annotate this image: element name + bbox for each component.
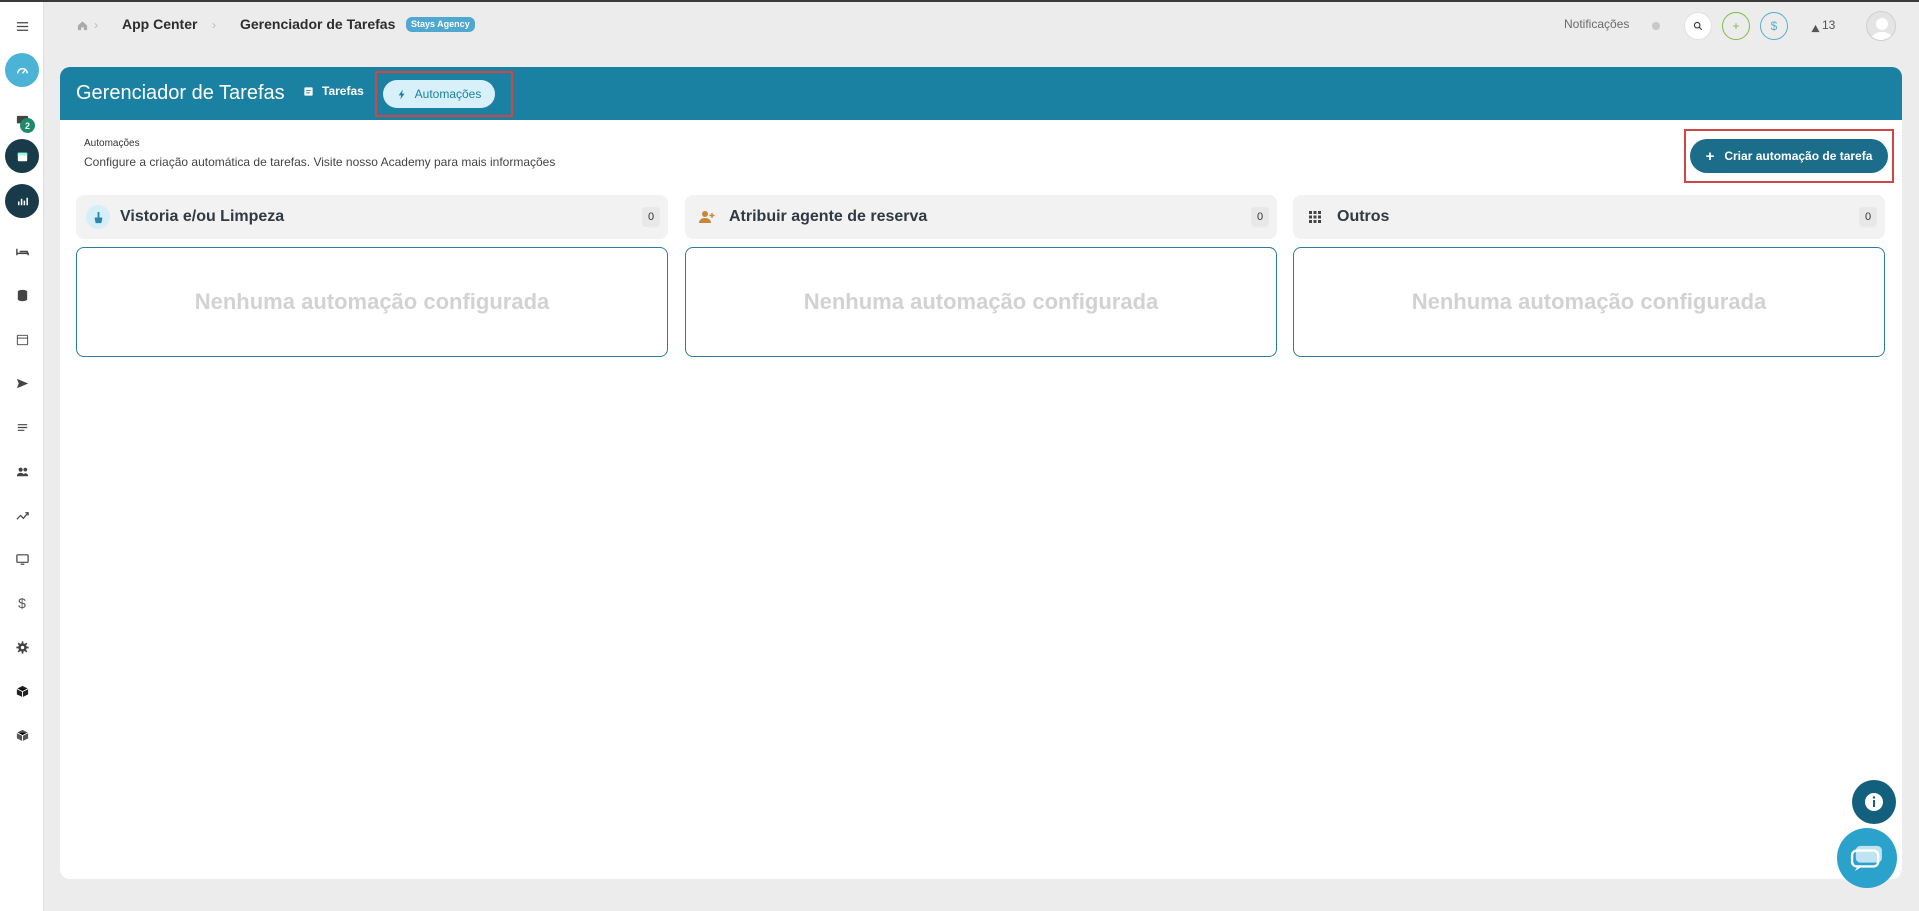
- notifications-label[interactable]: Notificações: [1564, 17, 1629, 31]
- info-icon: [1865, 793, 1883, 811]
- create-automation-label: Criar automação de tarefa: [1724, 149, 1873, 163]
- people-icon[interactable]: [4, 453, 40, 489]
- grid-icon: [1303, 205, 1327, 229]
- list-icon[interactable]: [4, 409, 40, 445]
- database-icon[interactable]: [4, 277, 40, 313]
- menu-icon[interactable]: [4, 8, 40, 44]
- column-header-outros: Outros 0: [1293, 195, 1885, 239]
- footer-strip: [60, 888, 1919, 911]
- page-title: Gerenciador de Tarefas: [76, 82, 285, 104]
- section-label: Automações: [84, 138, 140, 149]
- main-panel: Gerenciador de Tarefas Tarefas Automaçõe…: [60, 67, 1902, 879]
- empty-state-text: Nenhuma automação configurada: [803, 289, 1159, 314]
- trending-icon[interactable]: [4, 497, 40, 533]
- column-count: 0: [642, 207, 660, 227]
- chat-button[interactable]: [1837, 828, 1897, 888]
- topbar: › App Center › Gerenciador de Tarefas St…: [44, 2, 1919, 48]
- person-add-icon: [695, 205, 719, 229]
- empty-state-text: Nenhuma automação configurada: [194, 289, 550, 314]
- notifications-toggle[interactable]: [1652, 22, 1660, 30]
- chevron-right-icon: ›: [94, 18, 98, 32]
- tab-tarefas-label: Tarefas: [322, 84, 364, 98]
- info-button[interactable]: [1852, 780, 1896, 824]
- column-header-atribuir: Atribuir agente de reserva 0: [685, 195, 1277, 239]
- sidebar: 2 $: [0, 2, 44, 911]
- reports-icon[interactable]: [4, 183, 40, 219]
- empty-state-text: Nenhuma automação configurada: [1411, 289, 1767, 314]
- calendar-icon[interactable]: [4, 138, 40, 174]
- alert-count[interactable]: 13: [1822, 18, 1835, 32]
- home-icon[interactable]: [77, 20, 88, 34]
- messages-badge: 2: [20, 118, 35, 133]
- breadcrumb-app-center[interactable]: App Center: [122, 16, 197, 32]
- agency-badge: Stays Agency: [406, 17, 475, 32]
- column-title: Vistoria e/ou Limpeza: [120, 208, 285, 225]
- empty-state-card: Nenhuma automação configurada: [1293, 247, 1885, 357]
- messages-icon[interactable]: 2: [4, 102, 40, 138]
- monitor-icon[interactable]: [4, 541, 40, 577]
- chat-icon: [1850, 845, 1882, 872]
- billing-icon[interactable]: $: [1760, 12, 1788, 40]
- empty-state-card: Nenhuma automação configurada: [685, 247, 1277, 357]
- clipboard-icon: [304, 86, 313, 96]
- column-title: Outros: [1337, 208, 1390, 225]
- search-icon[interactable]: [1684, 12, 1712, 40]
- box-icon[interactable]: [4, 673, 40, 709]
- column-count: 0: [1859, 207, 1877, 227]
- dollar-icon[interactable]: $: [4, 585, 40, 621]
- send-icon[interactable]: [4, 365, 40, 401]
- gear-icon[interactable]: [4, 629, 40, 665]
- panel-header: Gerenciador de Tarefas Tarefas Automaçõe…: [60, 67, 1902, 120]
- plus-icon: +: [1705, 147, 1715, 165]
- breadcrumb-task-manager[interactable]: Gerenciador de Tarefas: [240, 16, 395, 32]
- bed-icon[interactable]: [4, 233, 40, 269]
- cleaning-icon: [86, 205, 110, 229]
- column-header-vistoria: Vistoria e/ou Limpeza 0: [76, 195, 668, 239]
- dashboard-icon[interactable]: [4, 52, 40, 88]
- cube-icon[interactable]: [4, 717, 40, 753]
- create-automation-button[interactable]: + Criar automação de tarefa: [1690, 139, 1888, 173]
- alert-icon[interactable]: [1811, 20, 1820, 38]
- column-title: Atribuir agente de reserva: [729, 208, 928, 225]
- avatar[interactable]: [1866, 11, 1896, 41]
- highlight-box: [375, 71, 513, 117]
- calendar-outline-icon[interactable]: [4, 321, 40, 357]
- chevron-right-icon: ›: [212, 18, 216, 32]
- tab-tarefas[interactable]: Tarefas: [303, 84, 364, 98]
- empty-state-card: Nenhuma automação configurada: [76, 247, 668, 357]
- section-description: Configure a criação automática de tarefa…: [84, 155, 556, 169]
- column-count: 0: [1251, 207, 1269, 227]
- add-icon[interactable]: +: [1722, 12, 1750, 40]
